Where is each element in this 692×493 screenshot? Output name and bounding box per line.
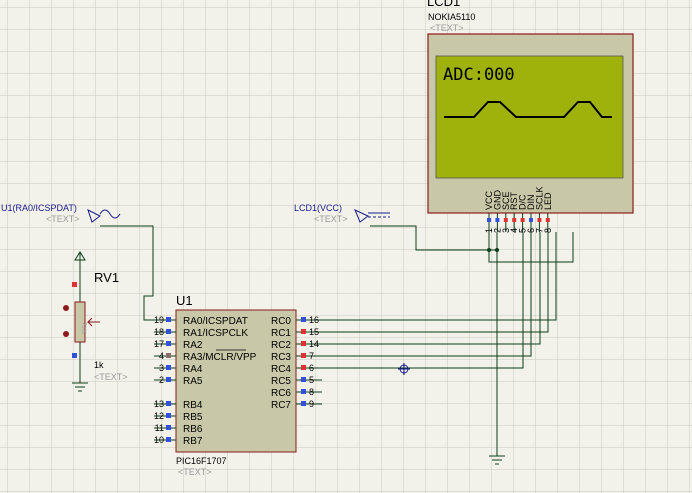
mcu-right-pin-marker [301, 329, 306, 334]
mcu-left-pin-number: 19 [154, 315, 164, 325]
pot-value-label: 1k [94, 360, 104, 370]
mcu-right-pin-marker [301, 365, 306, 370]
mcu-left-pin-name: RA4 [183, 364, 203, 375]
mcu-left-pin-name: RB6 [183, 424, 203, 435]
lcd-text-tag: <TEXT> [430, 23, 464, 33]
mcu-left-pin-name: RA5 [183, 376, 203, 387]
mcu-left-pin-marker [166, 353, 171, 358]
analog-terminal-label: U1(RA0/ICSPDAT) [1, 203, 77, 213]
analog-terminal-text-tag: <TEXT> [46, 214, 80, 224]
mcu-right-pin-marker [301, 377, 306, 382]
lcd-pin-marker [537, 218, 542, 222]
mcu-left-pin-marker [166, 341, 171, 346]
mcu-text-tag: <TEXT> [178, 467, 212, 477]
mcu-right-pin-number: 14 [309, 339, 319, 349]
mcu-left-pin-marker [166, 401, 171, 406]
mcu-right-pin-number: 6 [309, 363, 314, 373]
mcu-right-pin-number: 15 [309, 327, 319, 337]
pot-pin-marker-bottom [72, 353, 77, 358]
mcu-right-pin-name: RC6 [271, 388, 291, 399]
mcu-right-pin-marker [301, 341, 306, 346]
lcd-part-label: NOKIA5110 [428, 12, 475, 22]
mcu-part-label: PIC16F1707 [176, 456, 227, 466]
mcu-left-pin-name: RA3/MCLR/VPP [183, 352, 257, 363]
pot-ref-label: RV1 [94, 270, 119, 285]
mcu-right-pin-marker [301, 389, 306, 394]
lcd-pin-marker [545, 218, 550, 222]
mcu-right-pin-marker [301, 353, 306, 358]
mcu-left-pin-number: 12 [154, 411, 164, 421]
mcu-left-pin-name: RB4 [183, 400, 203, 411]
mcu-left-pin-marker [166, 413, 171, 418]
mcu-right-pin-number: 8 [309, 387, 314, 397]
mcu-left-pin-number: 13 [154, 399, 164, 409]
mcu-right-pin-name: RC4 [271, 364, 291, 375]
pot-percent: 71% [80, 322, 86, 335]
pot-pin-marker-top [72, 282, 77, 287]
lcd-pin-marker [503, 218, 508, 222]
lcd-pin-marker [529, 218, 533, 222]
mcu-left-pin-marker [166, 425, 171, 430]
mcu-right-pin-name: RC3 [271, 352, 291, 363]
lcd-pin-marker [487, 218, 491, 222]
lcd-pin-name: LED [543, 192, 553, 210]
mcu-left-pin-name: RB5 [183, 412, 203, 423]
lcd-pin-marker [495, 218, 500, 222]
junction-dot-vcc [487, 248, 491, 252]
schematic-canvas[interactable]: LCD1 NOKIA5110 <TEXT> ADC:000 VCC1GND2SC… [0, 0, 692, 493]
pot-probe-dot-top [63, 305, 69, 311]
mcu-left-pin-name: RA1/ICSPCLK [183, 328, 248, 339]
mcu-left-pin-marker [166, 377, 171, 382]
pot-text-tag: <TEXT> [94, 372, 128, 382]
mcu-left-pin-number: 17 [154, 339, 164, 349]
mcu-left-pin-marker [166, 365, 171, 370]
vcc-terminal-label: LCD1(VCC) [294, 203, 342, 213]
mcu-left-pin-name: RB7 [183, 436, 203, 447]
lcd-pin-marker [520, 218, 525, 222]
mcu-left-pin-name: RA2 [183, 340, 203, 351]
mcu-right-pin-name: RC7 [271, 400, 291, 411]
mcu-right-pin-name: RC1 [271, 328, 291, 339]
mcu-right-pin-number: 7 [309, 351, 314, 361]
pot-probe-dot-bottom [63, 331, 69, 337]
lcd-ref-label: LCD1 [427, 0, 460, 9]
mcu-left-pin-number: 11 [155, 423, 164, 433]
mcu-left-pin-marker [166, 317, 171, 322]
mcu-left-pin-name: RA0/ICSPDAT [183, 316, 248, 327]
mcu-left-pin-number: 3 [159, 363, 164, 373]
mcu-right-pin-number: 5 [309, 375, 314, 385]
lcd-display-text: ADC:000 [443, 65, 515, 85]
mcu-left-pin-number: 18 [154, 327, 164, 337]
mcu-right-pin-marker [301, 317, 306, 322]
mcu-left-pin-number: 4 [159, 351, 164, 361]
mcu-right-pin-number: 9 [309, 399, 314, 409]
mcu-right-pin-name: RC5 [271, 376, 291, 387]
mcu-right-pin-name: RC0 [271, 316, 291, 327]
mcu-left-pin-marker [166, 437, 171, 442]
lcd-pin-marker [512, 218, 517, 222]
mcu-left-pin-marker [166, 329, 171, 334]
mcu-right-pin-marker [301, 401, 306, 406]
vcc-terminal-text-tag: <TEXT> [314, 214, 348, 224]
mcu-left-pin-number: 10 [154, 435, 164, 445]
mcu-ref-label: U1 [176, 293, 193, 308]
junction-dot [495, 248, 499, 252]
mcu-left-pin-number: 2 [159, 375, 164, 385]
mcu-right-pin-name: RC2 [271, 340, 291, 351]
mcu-right-pin-number: 16 [309, 315, 319, 325]
lcd-component[interactable]: LCD1 NOKIA5110 <TEXT> ADC:000 VCC1GND2SC… [427, 0, 634, 233]
